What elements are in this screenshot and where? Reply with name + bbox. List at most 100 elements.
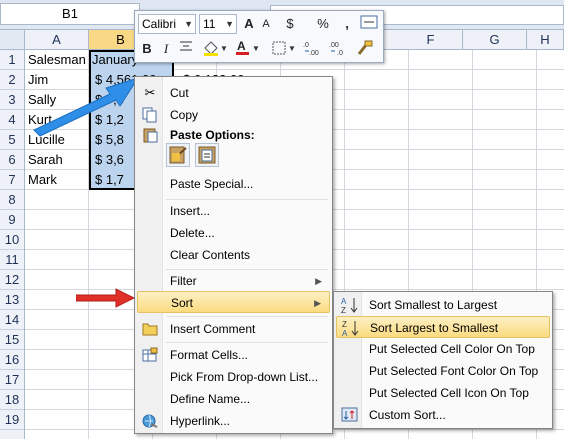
cell-a6[interactable]: Sarah bbox=[28, 150, 88, 170]
menu-item-filter[interactable]: Filter ▶ bbox=[137, 270, 330, 292]
menu-item-label: Cut bbox=[170, 86, 189, 100]
row-header[interactable]: 17 bbox=[0, 370, 24, 390]
svg-text:Z: Z bbox=[341, 306, 346, 314]
select-all-corner[interactable] bbox=[0, 30, 25, 49]
row-header[interactable]: 10 bbox=[0, 230, 24, 250]
menu-separator bbox=[166, 316, 328, 317]
menu-item-cell-color-on-top[interactable]: Put Selected Cell Color On Top bbox=[336, 338, 550, 360]
menu-item-paste-special[interactable]: Paste Special... bbox=[137, 173, 330, 195]
row-header[interactable]: 9 bbox=[0, 210, 24, 230]
row-header[interactable]: 7 bbox=[0, 170, 24, 190]
menu-item-delete[interactable]: Delete... bbox=[137, 222, 330, 244]
font-name-value: Calibri bbox=[142, 17, 177, 31]
row-header[interactable]: 19 bbox=[0, 410, 24, 430]
font-name-box[interactable]: Calibri ▼ bbox=[138, 14, 196, 34]
menu-item-label: Clear Contents bbox=[170, 248, 251, 262]
menu-item-copy[interactable]: Copy bbox=[137, 104, 330, 126]
decrease-decimal-icon[interactable]: .00.0 bbox=[329, 39, 351, 59]
row-header[interactable]: 3 bbox=[0, 90, 24, 110]
scissors-icon: ✂ bbox=[144, 85, 156, 100]
menu-item-hyperlink[interactable]: Hyperlink... bbox=[137, 410, 330, 432]
chevron-right-icon: ▶ bbox=[315, 276, 322, 286]
accounting-format-button[interactable]: $ bbox=[283, 14, 297, 34]
name-box[interactable]: B1 bbox=[0, 3, 140, 25]
menu-item-pick-from-list[interactable]: Pick From Drop-down List... bbox=[137, 366, 330, 388]
row-header[interactable]: 14 bbox=[0, 310, 24, 330]
menu-item-label: Copy bbox=[170, 108, 199, 122]
cell-a1[interactable]: Salesman bbox=[28, 50, 88, 70]
column-header-a[interactable]: A bbox=[25, 30, 89, 49]
menu-item-label: Insert... bbox=[170, 204, 211, 218]
row-header[interactable]: 8 bbox=[0, 190, 24, 210]
menu-item-cut[interactable]: ✂ Cut bbox=[137, 82, 330, 104]
italic-button[interactable]: I bbox=[160, 39, 172, 59]
row-header[interactable]: 6 bbox=[0, 150, 24, 170]
row-header[interactable]: 5 bbox=[0, 130, 24, 150]
menu-item-format-cells[interactable]: Format Cells... bbox=[137, 344, 330, 366]
increase-decimal-icon[interactable]: .0.00 bbox=[303, 39, 325, 59]
row-header[interactable]: 15 bbox=[0, 330, 24, 350]
column-header-h[interactable]: H bbox=[527, 30, 564, 49]
menu-item-cell-icon-on-top[interactable]: Put Selected Cell Icon On Top bbox=[336, 382, 550, 404]
row-header[interactable]: 13 bbox=[0, 290, 24, 310]
chevron-down-icon[interactable]: ▼ bbox=[225, 15, 234, 33]
red-arrow-icon bbox=[76, 288, 136, 308]
menu-item-label: Put Selected Cell Color On Top bbox=[369, 342, 535, 356]
menu-item-label: Format Cells... bbox=[170, 348, 249, 362]
paste-values-icon[interactable] bbox=[195, 143, 219, 167]
menu-item-custom-sort[interactable]: Custom Sort... bbox=[336, 404, 550, 426]
svg-text:.0: .0 bbox=[337, 50, 343, 57]
chevron-down-icon[interactable]: ▼ bbox=[184, 15, 193, 33]
font-color-icon[interactable]: A ▼ bbox=[235, 39, 261, 59]
column-header-g[interactable]: G bbox=[463, 30, 527, 49]
paste-option-icon[interactable] bbox=[166, 143, 190, 167]
bold-button[interactable]: B bbox=[140, 39, 154, 59]
row-header[interactable]: 18 bbox=[0, 390, 24, 410]
svg-text:▼: ▼ bbox=[288, 44, 296, 53]
row-header[interactable]: 12 bbox=[0, 270, 24, 290]
cell-a7[interactable]: Mark bbox=[28, 170, 88, 190]
copy-icon bbox=[142, 107, 158, 123]
paste-icon bbox=[142, 127, 158, 143]
menu-item-insert[interactable]: Insert... bbox=[137, 200, 330, 222]
percent-style-button[interactable]: % bbox=[315, 14, 331, 34]
align-center-icon[interactable] bbox=[178, 39, 194, 59]
row-header[interactable]: 11 bbox=[0, 250, 24, 270]
custom-sort-icon bbox=[341, 406, 359, 424]
menu-item-label: Pick From Drop-down List... bbox=[170, 370, 319, 384]
menu-item-label: Sort bbox=[171, 296, 194, 310]
menu-item-label: Put Selected Cell Icon On Top bbox=[369, 386, 529, 400]
menu-item-font-color-on-top[interactable]: Put Selected Font Color On Top bbox=[336, 360, 550, 382]
comment-icon bbox=[142, 321, 158, 337]
shrink-font-button[interactable]: A bbox=[259, 14, 273, 34]
svg-text:.00: .00 bbox=[309, 50, 319, 57]
svg-text:A: A bbox=[341, 297, 347, 306]
row-headers: 1 2 3 4 5 6 7 8 9 10 11 12 13 14 15 16 1… bbox=[0, 50, 25, 439]
menu-item-label: Sort Smallest to Largest bbox=[369, 298, 498, 312]
menu-item-clear-contents[interactable]: Clear Contents bbox=[137, 244, 330, 266]
hyperlink-icon bbox=[142, 413, 158, 429]
row-header[interactable]: 4 bbox=[0, 110, 24, 130]
menu-item-label: Custom Sort... bbox=[369, 408, 446, 422]
borders-icon[interactable]: ▼ bbox=[271, 39, 297, 59]
font-size-box[interactable]: 11 ▼ bbox=[199, 14, 237, 34]
menu-item-insert-comment[interactable]: Insert Comment bbox=[137, 318, 330, 340]
menu-item-sort-ascending[interactable]: AZ Sort Smallest to Largest bbox=[336, 294, 550, 316]
svg-text:▼: ▼ bbox=[252, 44, 260, 53]
menu-item-label: Filter bbox=[170, 274, 197, 288]
context-menu: ✂ Cut Copy Paste Options: Paste Special.… bbox=[134, 76, 333, 434]
column-header-f[interactable]: F bbox=[399, 30, 463, 49]
comma-style-button[interactable]: , bbox=[341, 14, 353, 34]
blue-arrow-icon bbox=[33, 77, 140, 137]
row-header[interactable]: 16 bbox=[0, 350, 24, 370]
row-header[interactable]: 2 bbox=[0, 70, 24, 90]
fill-color-icon[interactable]: ▼ bbox=[202, 39, 228, 59]
menu-item-sort[interactable]: Sort ▶ bbox=[137, 291, 330, 313]
menu-item-sort-descending[interactable]: ZA Sort Largest to Smallest bbox=[336, 316, 550, 338]
menu-item-define-name[interactable]: Define Name... bbox=[137, 388, 330, 410]
svg-text:A: A bbox=[237, 39, 246, 53]
merge-center-icon[interactable] bbox=[360, 14, 378, 34]
row-header[interactable]: 1 bbox=[0, 50, 24, 70]
format-painter-icon[interactable] bbox=[355, 39, 375, 59]
grow-font-button[interactable]: A bbox=[241, 14, 257, 34]
